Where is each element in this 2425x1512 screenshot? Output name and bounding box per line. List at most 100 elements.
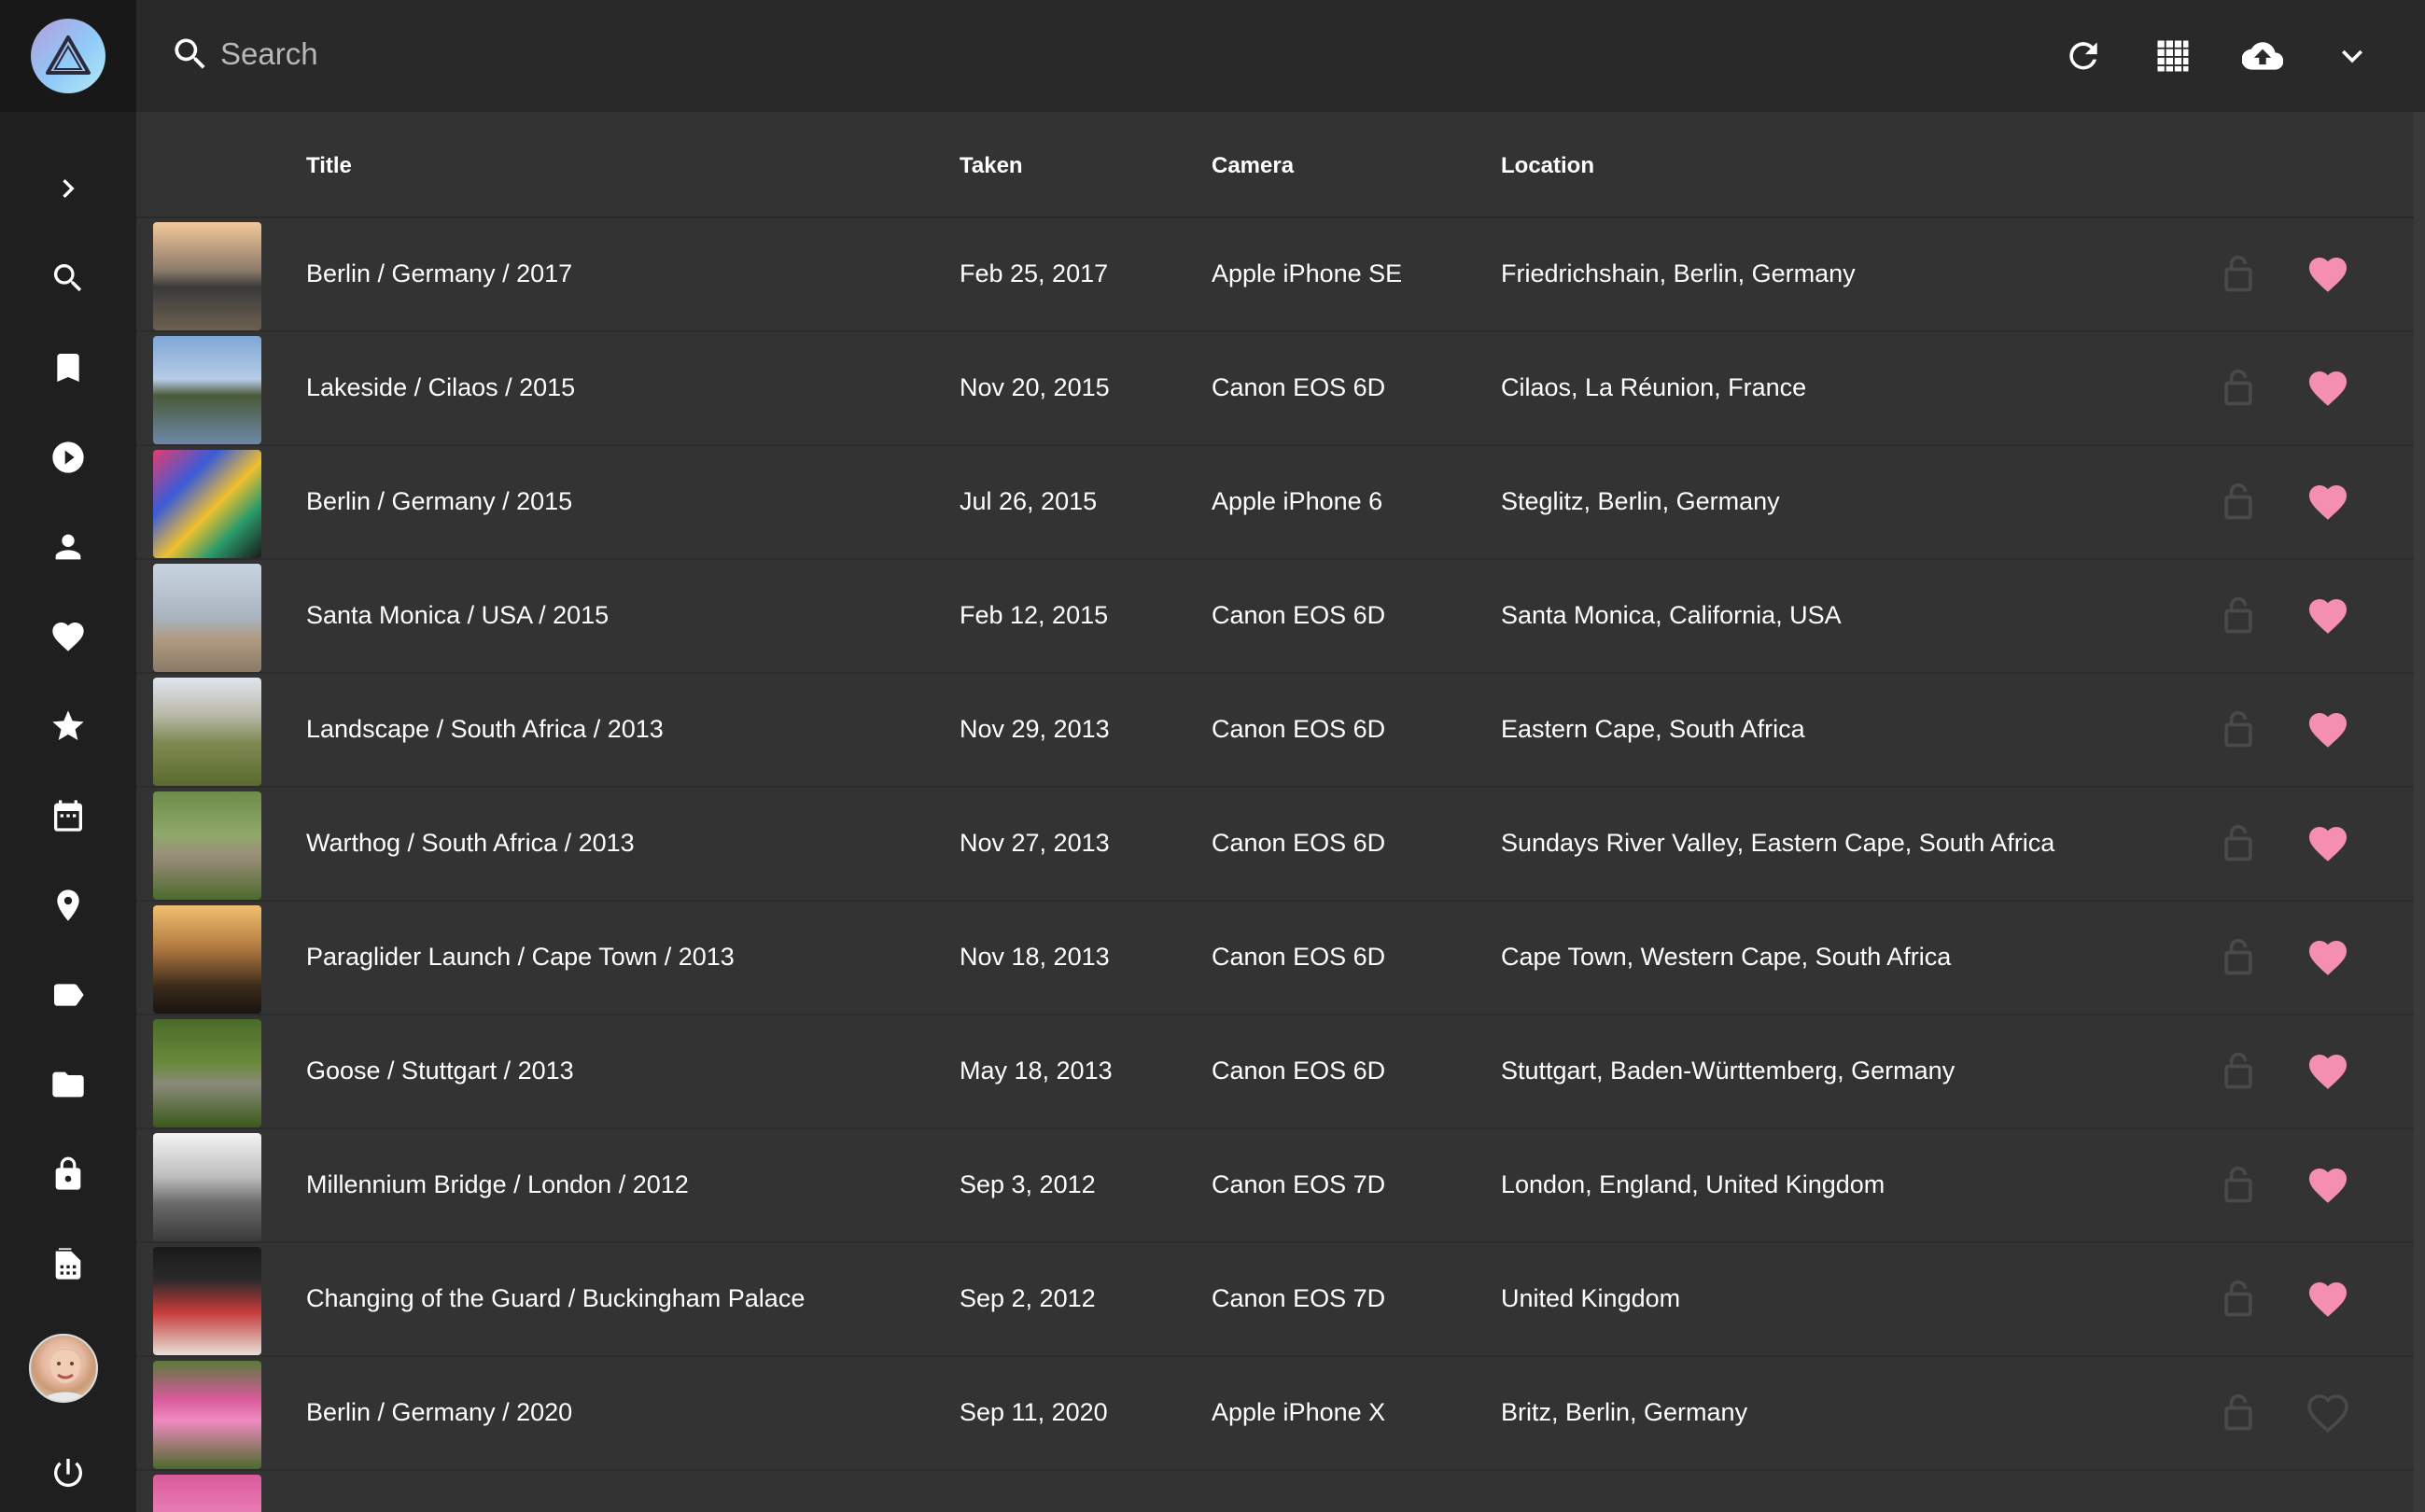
table-row[interactable]: Millennium Bridge / London / 2012 Sep 3, … xyxy=(136,1129,2414,1243)
table-row[interactable]: Santa Monica / USA / 2015 Feb 12, 2015 Can… xyxy=(136,560,2414,674)
cell-camera[interactable]: Canon EOS 6D xyxy=(1212,943,1385,972)
table-row[interactable]: Lakeside / Cilaos / 2015 Nov 20, 2015 Cano… xyxy=(136,332,2414,446)
photo-thumbnail[interactable] xyxy=(153,1247,261,1355)
favorite-button[interactable] xyxy=(2306,821,2350,866)
table-row[interactable]: Landscape / South Africa / 2013 Nov 29, 2… xyxy=(136,674,2414,788)
nav-search[interactable] xyxy=(31,241,105,315)
nav-folders[interactable] xyxy=(31,1047,105,1122)
cell-location[interactable]: Friedrichshain, Berlin, Germany xyxy=(1501,259,1856,288)
private-toggle-button[interactable] xyxy=(2218,254,2259,295)
nav-moments[interactable] xyxy=(31,689,105,763)
nav-library[interactable] xyxy=(31,1226,105,1301)
cell-title[interactable]: Berlin / Germany / 2020 xyxy=(306,1398,572,1427)
photo-thumbnail[interactable] xyxy=(153,1475,261,1512)
cell-title[interactable]: Lakeside / Cilaos / 2015 xyxy=(306,373,575,402)
column-header-camera[interactable]: Camera xyxy=(1212,153,1294,179)
cell-title[interactable]: Paraglider Launch / Cape Town / 2013 xyxy=(306,943,735,972)
cell-location[interactable]: United Kingdom xyxy=(1501,1284,1680,1313)
table-row[interactable]: Changing of the Guard / Buckingham Palac… xyxy=(136,1243,2414,1357)
cell-title[interactable]: Berlin / Germany / 2017 xyxy=(306,259,572,288)
cell-camera[interactable]: Canon EOS 7D xyxy=(1212,1170,1385,1199)
logo-area[interactable] xyxy=(0,0,136,112)
photo-thumbnail[interactable] xyxy=(153,1019,261,1127)
photo-thumbnail[interactable] xyxy=(153,1133,261,1241)
cell-camera[interactable]: Canon EOS 6D xyxy=(1212,1057,1385,1085)
cell-camera[interactable]: Canon EOS 6D xyxy=(1212,715,1385,744)
refresh-button[interactable] xyxy=(2054,26,2113,86)
logout-button[interactable] xyxy=(31,1435,105,1510)
table-row[interactable]: Paraglider Launch / Cape Town / 2013 Nov … xyxy=(136,902,2414,1015)
private-toggle-button[interactable] xyxy=(2218,823,2259,864)
table-row[interactable]: Berlin / Germany / 2017 Feb 25, 2017 Apple… xyxy=(136,218,2414,332)
user-avatar[interactable] xyxy=(29,1334,98,1403)
private-toggle-button[interactable] xyxy=(2218,368,2259,409)
favorite-button[interactable] xyxy=(2306,366,2350,411)
private-toggle-button[interactable] xyxy=(2218,1051,2259,1092)
cell-title[interactable]: Berlin / Germany / 2015 xyxy=(306,487,572,516)
cell-location[interactable]: Santa Monica, California, USA xyxy=(1501,601,1842,630)
private-toggle-button[interactable] xyxy=(2218,1393,2259,1434)
column-header-location[interactable]: Location xyxy=(1501,153,1594,179)
private-toggle-button[interactable] xyxy=(2218,595,2259,637)
nav-albums[interactable] xyxy=(31,330,105,405)
cell-camera[interactable]: Apple iPhone X xyxy=(1212,1398,1385,1427)
table-row-partial[interactable] xyxy=(136,1471,2414,1512)
photo-thumbnail[interactable] xyxy=(153,791,261,900)
cell-camera[interactable]: Canon EOS 6D xyxy=(1212,829,1385,858)
table-row[interactable]: Berlin / Germany / 2015 Jul 26, 2015 Apple… xyxy=(136,446,2414,560)
cell-location[interactable]: Eastern Cape, South Africa xyxy=(1501,715,1805,744)
cell-camera[interactable]: Canon EOS 7D xyxy=(1212,1284,1385,1313)
favorite-button[interactable] xyxy=(2306,480,2350,525)
nav-places[interactable] xyxy=(31,868,105,943)
favorite-button[interactable] xyxy=(2306,594,2350,638)
nav-labels[interactable] xyxy=(31,958,105,1032)
column-header-taken[interactable]: Taken xyxy=(960,153,1023,179)
cell-location[interactable]: Britz, Berlin, Germany xyxy=(1501,1398,1747,1427)
app-logo-icon[interactable] xyxy=(31,19,105,93)
favorite-button[interactable] xyxy=(2306,1049,2350,1094)
cell-location[interactable]: Cilaos, La Réunion, France xyxy=(1501,373,1806,402)
photo-thumbnail[interactable] xyxy=(153,222,261,330)
search-input[interactable] xyxy=(220,28,874,80)
favorite-button[interactable] xyxy=(2306,935,2350,980)
favorite-button[interactable] xyxy=(2306,1277,2350,1322)
expand-sidebar-button[interactable] xyxy=(31,151,105,226)
cell-camera[interactable]: Canon EOS 6D xyxy=(1212,373,1385,402)
cell-camera[interactable]: Canon EOS 6D xyxy=(1212,601,1385,630)
table-row[interactable]: Goose / Stuttgart / 2013 May 18, 2013 Cano… xyxy=(136,1015,2414,1129)
private-toggle-button[interactable] xyxy=(2218,937,2259,978)
table-row[interactable]: Berlin / Germany / 2020 Sep 11, 2020 Apple… xyxy=(136,1357,2414,1471)
private-toggle-button[interactable] xyxy=(2218,482,2259,523)
nav-private[interactable] xyxy=(31,1137,105,1211)
cell-location[interactable]: Steglitz, Berlin, Germany xyxy=(1501,487,1780,516)
scrollbar[interactable] xyxy=(2414,112,2425,1512)
photo-thumbnail[interactable] xyxy=(153,678,261,786)
cell-title[interactable]: Warthog / South Africa / 2013 xyxy=(306,829,635,858)
grid-view-button[interactable] xyxy=(2143,26,2203,86)
nav-calendar[interactable] xyxy=(31,778,105,853)
cell-location[interactable]: Cape Town, Western Cape, South Africa xyxy=(1501,943,1951,972)
table-row[interactable]: Warthog / South Africa / 2013 Nov 27, 201… xyxy=(136,788,2414,902)
photo-thumbnail[interactable] xyxy=(153,905,261,1014)
cell-title[interactable]: Landscape / South Africa / 2013 xyxy=(306,715,664,744)
cell-title[interactable]: Goose / Stuttgart / 2013 xyxy=(306,1057,574,1085)
favorite-button[interactable] xyxy=(2306,707,2350,752)
photo-thumbnail[interactable] xyxy=(153,336,261,444)
favorite-button[interactable] xyxy=(2306,252,2350,297)
private-toggle-button[interactable] xyxy=(2218,709,2259,750)
cell-location[interactable]: Sundays River Valley, Eastern Cape, Sout… xyxy=(1501,829,2054,858)
nav-people[interactable] xyxy=(31,510,105,584)
photo-thumbnail[interactable] xyxy=(153,450,261,558)
cell-location[interactable]: Stuttgart, Baden-Württemberg, Germany xyxy=(1501,1057,1955,1085)
photo-thumbnail[interactable] xyxy=(153,564,261,672)
cell-title[interactable]: Santa Monica / USA / 2015 xyxy=(306,601,609,630)
nav-favorites[interactable] xyxy=(31,599,105,674)
nav-videos[interactable] xyxy=(31,420,105,495)
column-header-title[interactable]: Title xyxy=(306,153,352,179)
cell-location[interactable]: London, England, United Kingdom xyxy=(1501,1170,1885,1199)
more-menu-button[interactable] xyxy=(2322,26,2382,86)
cell-title[interactable]: Millennium Bridge / London / 2012 xyxy=(306,1170,689,1199)
cell-camera[interactable]: Apple iPhone SE xyxy=(1212,259,1402,288)
favorite-button[interactable] xyxy=(2306,1391,2350,1435)
cell-camera[interactable]: Apple iPhone 6 xyxy=(1212,487,1382,516)
